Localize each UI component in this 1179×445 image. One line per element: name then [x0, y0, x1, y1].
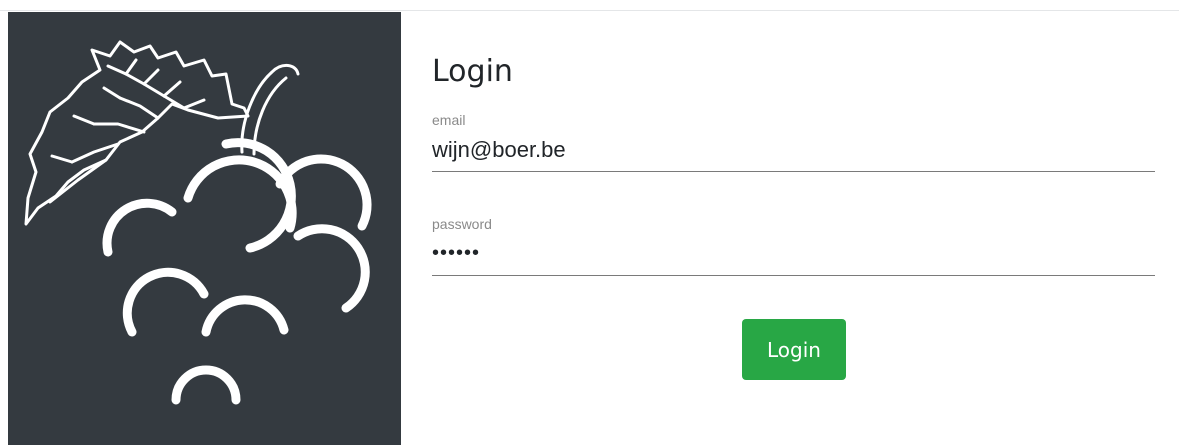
- hero-panel: [8, 12, 401, 445]
- login-form: Login email password Login: [432, 12, 1155, 445]
- password-label: password: [432, 216, 492, 232]
- password-input[interactable]: [432, 236, 1155, 276]
- login-button[interactable]: Login: [742, 319, 846, 380]
- top-divider: [0, 10, 1179, 11]
- password-field-group: password: [432, 216, 1155, 276]
- email-label: email: [432, 112, 466, 128]
- email-field-group: email: [432, 112, 1155, 172]
- page-title: Login: [432, 54, 513, 89]
- email-input[interactable]: [432, 132, 1155, 172]
- grape-vine-icon: [24, 40, 372, 405]
